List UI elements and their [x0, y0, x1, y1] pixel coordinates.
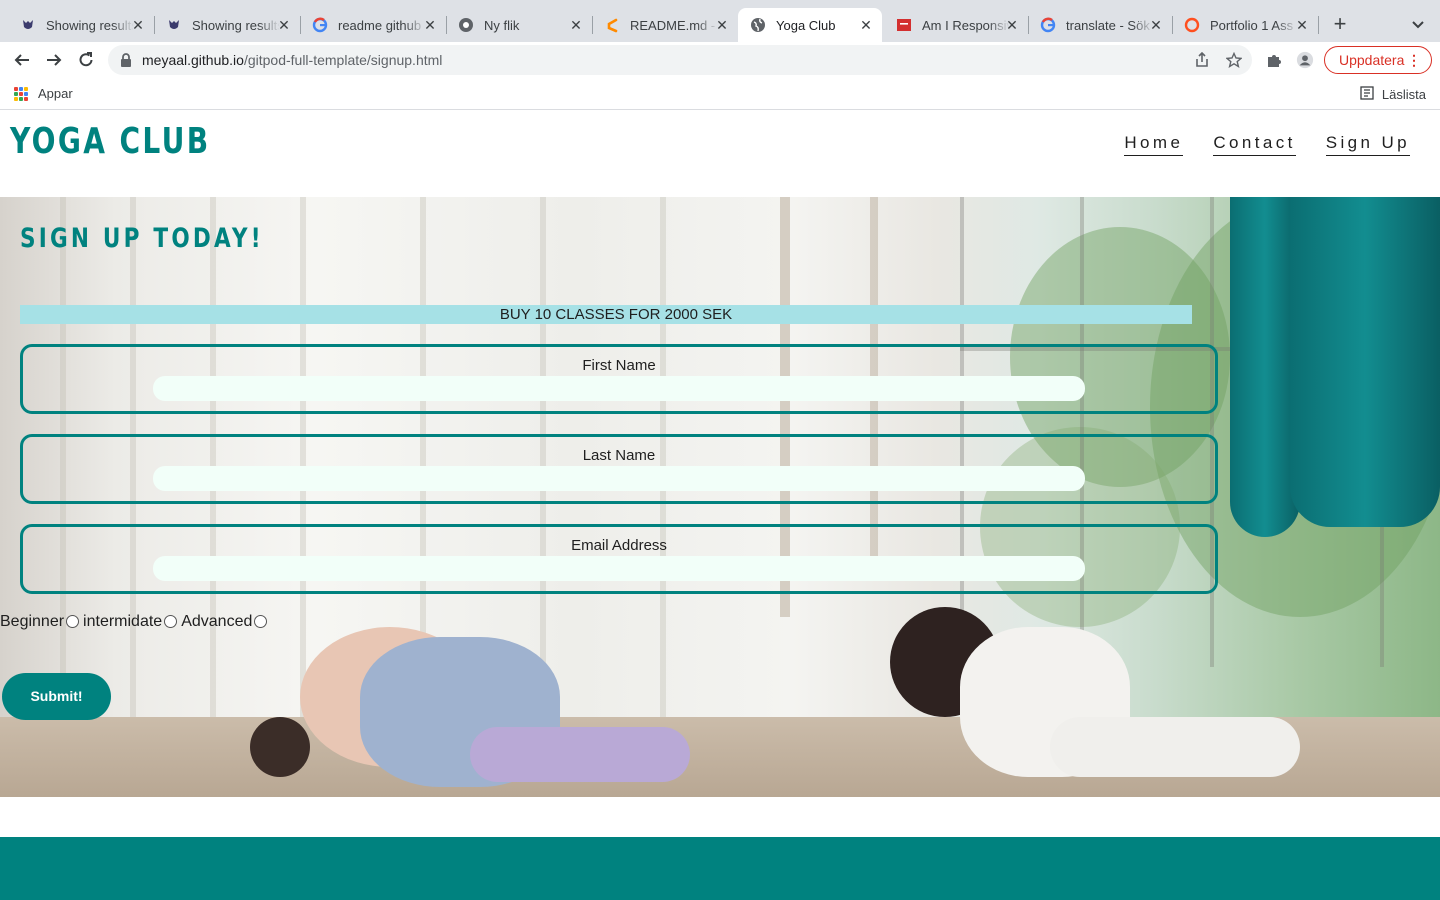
browser-tab[interactable]: readme github ✕ — [300, 8, 447, 42]
url-text: meyaal.github.io/gitpod-full-template/si… — [142, 52, 442, 68]
tab-title: Am I Responsive — [922, 17, 1010, 33]
reload-icon[interactable] — [74, 48, 98, 72]
share-icon[interactable] — [1193, 51, 1211, 69]
chrome-icon — [458, 17, 474, 33]
url-host: meyaal.github.io — [142, 52, 244, 68]
browser-tab[interactable]: Showing results ✕ — [8, 8, 155, 42]
close-icon[interactable]: ✕ — [714, 17, 730, 33]
web-page: YOGA CLUB Home Contact Sign Up SIGN UP T… — [0, 111, 1440, 900]
browser-tab[interactable]: translate - Sök ✕ — [1028, 8, 1173, 42]
apps-shortcut[interactable]: Appar — [14, 86, 73, 101]
github-octocat-icon — [166, 17, 182, 33]
tab-title: Portfolio 1 Ass — [1210, 17, 1294, 33]
github-octocat-icon — [20, 17, 36, 33]
level-intermediate-radio[interactable] — [164, 614, 178, 628]
close-icon[interactable]: ✕ — [422, 17, 438, 33]
profile-avatar-icon[interactable] — [1296, 51, 1314, 69]
globe-icon — [750, 17, 766, 33]
close-icon[interactable]: ✕ — [276, 17, 292, 33]
new-tab-button[interactable]: + — [1330, 13, 1350, 35]
email-input[interactable] — [153, 556, 1085, 581]
close-icon[interactable]: ✕ — [130, 17, 146, 33]
url-path: /gitpod-full-template/signup.html — [243, 52, 443, 68]
level-beginner-radio[interactable] — [66, 614, 80, 628]
level-advanced-label: Advanced — [181, 613, 253, 630]
codeinstitute-icon — [1184, 17, 1200, 33]
level-intermediate-label: intermidate — [83, 613, 163, 630]
apps-grid-icon — [14, 86, 28, 101]
last-name-input[interactable] — [153, 466, 1085, 491]
browser-tab[interactable]: Portfolio 1 Ass ✕ — [1172, 8, 1319, 42]
google-g-icon — [1040, 17, 1056, 33]
chevron-down-icon[interactable] — [1408, 14, 1428, 34]
forward-arrow-icon[interactable] — [42, 48, 66, 72]
browser-tab[interactable]: README.md - ✕ — [592, 8, 738, 42]
tab-title: README.md - — [630, 17, 716, 33]
close-icon[interactable]: ✕ — [1004, 17, 1020, 33]
email-group: Email Address — [20, 524, 1218, 594]
email-label: Email Address — [571, 537, 667, 554]
tab-title: readme github — [338, 17, 422, 33]
amiresponsive-icon — [896, 17, 912, 33]
submit-button[interactable]: Submit! — [2, 673, 111, 720]
browser-tab[interactable]: Showing results ✕ — [154, 8, 301, 42]
update-label: Uppdatera — [1339, 52, 1405, 68]
signup-heading: SIGN UP TODAY! — [20, 223, 264, 254]
reading-list-button[interactable]: Läslista — [1360, 86, 1426, 103]
apps-label: Appar — [38, 86, 73, 101]
reading-list-icon — [1360, 86, 1374, 103]
last-name-group: Last Name — [20, 434, 1218, 504]
tab-title: Ny flik — [484, 17, 520, 33]
close-icon[interactable]: ✕ — [568, 17, 584, 33]
site-logo[interactable]: YOGA CLUB — [10, 121, 211, 162]
lock-icon — [120, 53, 132, 72]
first-name-group: First Name — [20, 344, 1218, 414]
close-icon[interactable]: ✕ — [1148, 17, 1164, 33]
nav-home-link[interactable]: Home — [1124, 133, 1184, 156]
browser-tab-active[interactable]: Yoga Club ✕ — [738, 8, 882, 42]
tab-title: translate - Sök — [1066, 17, 1150, 33]
gitpod-icon — [604, 17, 620, 33]
back-arrow-icon[interactable] — [10, 48, 34, 72]
site-footer — [0, 837, 1440, 900]
browser-tab[interactable]: Am I Responsive ✕ — [884, 8, 1029, 42]
browser-toolbar: meyaal.github.io/gitpod-full-template/si… — [0, 42, 1440, 78]
level-beginner-label: Beginner — [0, 613, 65, 630]
update-button[interactable]: Uppdatera ⋮ — [1324, 46, 1432, 74]
address-bar[interactable]: meyaal.github.io/gitpod-full-template/si… — [108, 45, 1252, 75]
kebab-menu-icon[interactable]: ⋮ — [1407, 47, 1421, 73]
star-icon[interactable] — [1225, 51, 1243, 69]
last-name-label: Last Name — [582, 447, 656, 464]
nav-contact-link[interactable]: Contact — [1213, 133, 1296, 156]
close-icon[interactable]: ✕ — [1294, 17, 1310, 33]
level-advanced-radio[interactable] — [254, 614, 268, 628]
nav-signup-link[interactable]: Sign Up — [1325, 133, 1410, 156]
first-name-input[interactable] — [153, 376, 1085, 401]
tab-title: Showing results — [46, 17, 134, 33]
browser-tab-strip: Showing results ✕ Showing results ✕ read… — [0, 0, 1440, 42]
close-icon[interactable]: ✕ — [858, 17, 874, 33]
tab-title: Showing results — [192, 17, 280, 33]
bookmarks-bar: Appar Läslista — [0, 78, 1440, 110]
browser-tab[interactable]: Ny flik ✕ — [446, 8, 593, 42]
level-radio-group: Beginner intermidate Advanced — [0, 613, 271, 631]
offer-banner: BUY 10 CLASSES FOR 2000 SEK — [20, 305, 1192, 324]
tab-title: Yoga Club — [776, 17, 836, 33]
main-nav: Home Contact Sign Up — [1094, 133, 1410, 156]
first-name-label: First Name — [582, 357, 656, 374]
google-g-icon — [312, 17, 328, 33]
signup-hero: SIGN UP TODAY! BUY 10 CLASSES FOR 2000 S… — [0, 197, 1440, 797]
extensions-puzzle-icon[interactable] — [1265, 51, 1283, 69]
reading-list-label: Läslista — [1381, 87, 1426, 102]
